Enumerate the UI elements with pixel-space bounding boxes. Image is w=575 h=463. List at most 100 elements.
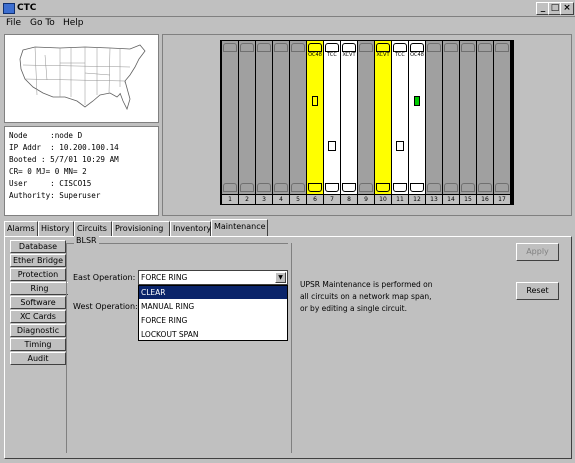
- card-label: OC48: [308, 52, 322, 58]
- tcc-display: [396, 141, 404, 151]
- card-label: TCC: [327, 52, 337, 58]
- apply-button[interactable]: Apply: [516, 243, 559, 261]
- title-bar: [0, 0, 575, 17]
- slot-handle: [223, 43, 237, 52]
- east-operation-select[interactable]: FORCE RING ▼: [138, 270, 288, 285]
- us-map-image: [19, 44, 146, 111]
- window-title: CTC: [17, 3, 37, 13]
- tab-maintenance[interactable]: Maintenance: [211, 219, 268, 236]
- slot-number: 14: [443, 195, 459, 204]
- east-operation-value: FORCE RING: [141, 273, 188, 282]
- card-handle: [308, 183, 322, 192]
- tab-provisioning[interactable]: Provisioning: [112, 221, 170, 236]
- tab-history[interactable]: History: [38, 221, 74, 236]
- slot-number: 16: [477, 195, 493, 204]
- menu-help[interactable]: Help: [63, 18, 84, 28]
- shelf-frame: 1 2 3 4 5 OC48 6 TCC 7 XCVT 8 9 XCVT 10 TCC 11 OC48 12 13 1…: [220, 40, 514, 205]
- slot-number: 8: [341, 195, 357, 204]
- shelf-slot-11[interactable]: TCC: [392, 41, 408, 194]
- card-handle: [342, 183, 356, 192]
- tab-inventory[interactable]: Inventory: [170, 221, 211, 236]
- reset-button[interactable]: Reset: [516, 282, 559, 300]
- slot-handle: [240, 183, 254, 192]
- subtab-database[interactable]: Database: [10, 240, 66, 253]
- option-lockout-span[interactable]: LOCKOUT SPAN: [139, 328, 287, 341]
- slot-number: 5: [290, 195, 306, 204]
- slot-number: 13: [426, 195, 442, 204]
- network-map[interactable]: [4, 34, 159, 123]
- shelf-slot-6[interactable]: OC48: [307, 41, 323, 194]
- card-handle: [308, 43, 322, 52]
- node-info-panel: Node :node D IP Addr : 10.200.100.14 Boo…: [4, 126, 159, 216]
- port-indicator: [312, 96, 318, 106]
- slot-number: 9: [358, 195, 374, 204]
- card-handle: [393, 183, 407, 192]
- slot-handle: [223, 183, 237, 192]
- shelf-slot-5[interactable]: [290, 41, 306, 194]
- subtab-ring[interactable]: Ring: [10, 282, 68, 295]
- upsr-info-line: all circuits on a network map span,: [300, 292, 432, 301]
- card-handle: [325, 183, 339, 192]
- option-clear[interactable]: CLEAR: [139, 286, 287, 299]
- shelf-slot-3[interactable]: [256, 41, 272, 194]
- slot-handle: [240, 43, 254, 52]
- card-label: XCVT: [376, 52, 390, 58]
- chevron-down-icon[interactable]: ▼: [275, 272, 286, 283]
- shelf-slot-14[interactable]: [443, 41, 459, 194]
- subtab-timing[interactable]: Timing: [10, 338, 66, 351]
- slot-number: 11: [392, 195, 408, 204]
- subtab-diagnostic[interactable]: Diagnostic: [10, 324, 66, 337]
- slot-handle: [427, 43, 441, 52]
- ctc-app-icon: [3, 3, 15, 14]
- shelf-slot-2[interactable]: [239, 41, 255, 194]
- slot-handle: [495, 43, 509, 52]
- east-operation-label: East Operation:: [73, 273, 136, 282]
- shelf-slot-4[interactable]: [273, 41, 289, 194]
- shelf-slot-7[interactable]: TCC: [324, 41, 340, 194]
- tab-circuits[interactable]: Circuits: [74, 221, 112, 236]
- slot-number: 12: [409, 195, 425, 204]
- subtab-protection[interactable]: Protection: [10, 268, 66, 281]
- tab-alarms[interactable]: Alarms: [4, 221, 38, 236]
- card-handle: [393, 43, 407, 52]
- option-force-ring[interactable]: FORCE RING: [139, 314, 287, 327]
- menu-bar: [0, 17, 575, 32]
- card-handle: [342, 43, 356, 52]
- option-manual-ring[interactable]: MANUAL RING: [139, 300, 287, 313]
- shelf-slot-17[interactable]: [494, 41, 510, 194]
- slot-handle: [291, 183, 305, 192]
- shelf-slot-8[interactable]: XCVT: [341, 41, 357, 194]
- slot-number: 1: [222, 195, 238, 204]
- slot-number: 17: [494, 195, 510, 204]
- shelf-slot-16[interactable]: [477, 41, 493, 194]
- subtab-xc-cards[interactable]: XC Cards: [10, 310, 66, 323]
- shelf-slot-15[interactable]: [460, 41, 476, 194]
- card-label: OC48: [410, 52, 424, 58]
- upsr-info-line: UPSR Maintenance is performed on: [300, 280, 433, 289]
- menu-file[interactable]: File: [6, 18, 21, 28]
- card-label: XCVT: [342, 52, 356, 58]
- subtab-software[interactable]: Software: [10, 296, 66, 309]
- card-label: TCC: [395, 52, 405, 58]
- shelf-slot-10[interactable]: XCVT: [375, 41, 391, 194]
- panel-divider: [291, 243, 292, 453]
- shelf-slot-13[interactable]: [426, 41, 442, 194]
- close-button[interactable]: ×: [560, 2, 574, 15]
- shelf-slot-1[interactable]: [222, 41, 238, 194]
- subtab-audit[interactable]: Audit: [10, 352, 66, 365]
- node-info-line: Authority: Superuser: [9, 191, 101, 200]
- shelf-slot-9[interactable]: [358, 41, 374, 194]
- slot-handle: [427, 183, 441, 192]
- menu-goto[interactable]: Go To: [30, 18, 55, 28]
- slot-number: 6: [307, 195, 323, 204]
- slot-number: 7: [324, 195, 340, 204]
- slot-handle: [478, 183, 492, 192]
- card-handle: [410, 183, 424, 192]
- slot-handle: [359, 183, 373, 192]
- shelf-slot-12[interactable]: OC48: [409, 41, 425, 194]
- upsr-info-line: or by editing a single circuit.: [300, 304, 407, 313]
- node-info-line: Booted : 5/7/01 10:29 AM: [9, 155, 119, 164]
- slot-number: 2: [239, 195, 255, 204]
- slot-handle: [444, 183, 458, 192]
- subtab-ether-bridge[interactable]: Ether Bridge: [10, 254, 66, 267]
